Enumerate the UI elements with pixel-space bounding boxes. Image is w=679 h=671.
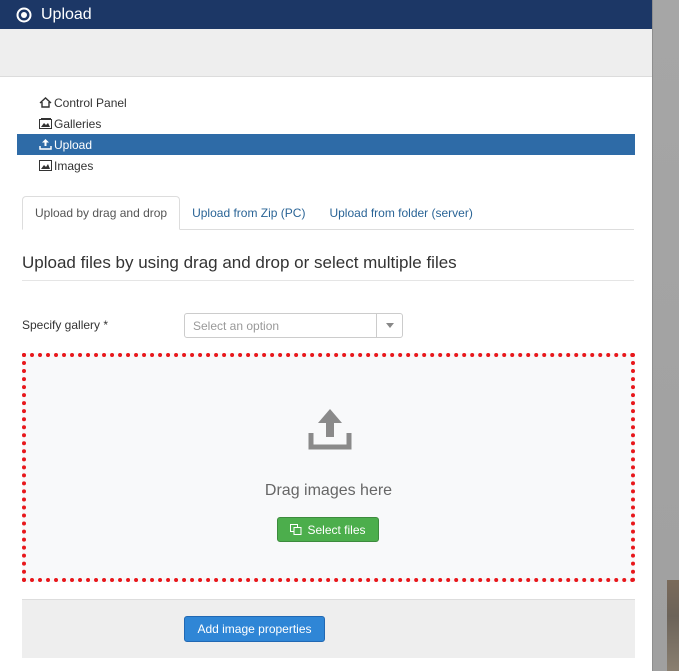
section-heading: Upload files by using drag and drop or s… <box>22 253 634 281</box>
joomla-target-icon <box>16 7 32 23</box>
upload-icon <box>307 407 353 451</box>
gallery-label: Specify gallery * <box>22 318 109 332</box>
copy-icon <box>290 524 302 535</box>
drag-images-text: Drag images here <box>264 482 393 499</box>
add-image-properties-button[interactable]: Add image properties <box>184 616 325 642</box>
upload-tabs: Upload by drag and drop Upload from Zip … <box>22 196 634 230</box>
sidebar-item-images[interactable]: Images <box>17 155 635 176</box>
images-icon <box>39 118 52 129</box>
sidebar-item-label: Control Panel <box>54 95 127 110</box>
select-files-label: Select files <box>307 522 366 537</box>
image-icon <box>39 160 52 171</box>
sidebar-item-label: Images <box>54 158 94 173</box>
sidebar-item-control-panel[interactable]: Control Panel <box>17 92 635 113</box>
scroll-thumb[interactable] <box>667 580 679 671</box>
dropzone[interactable]: Drag images here Select files <box>22 353 635 582</box>
sidebar-item-galleries[interactable]: Galleries <box>17 113 635 134</box>
header-bar: Upload <box>0 0 652 29</box>
gallery-select-placeholder: Select an option <box>193 318 280 333</box>
side-panel-edge <box>652 0 679 671</box>
submenu: Control Panel Galleries Upload Images <box>17 92 635 176</box>
sidebar-item-label: Upload <box>54 137 93 152</box>
home-icon <box>39 97 52 108</box>
tab-drag-and-drop[interactable]: Upload by drag and drop <box>22 196 181 230</box>
sidebar-item-label: Galleries <box>54 116 102 131</box>
page-title: Upload <box>41 5 92 23</box>
chevron-down-icon[interactable] <box>376 314 402 337</box>
tab-upload-folder[interactable]: Upload from folder (server) <box>317 196 484 229</box>
footer-bar: Add image properties <box>22 599 635 658</box>
upload-icon <box>39 139 52 150</box>
tab-upload-zip[interactable]: Upload from Zip (PC) <box>180 196 317 229</box>
select-files-button[interactable]: Select files <box>277 517 379 542</box>
sidebar-item-upload[interactable]: Upload <box>17 134 635 155</box>
toolbar <box>0 29 652 77</box>
gallery-select[interactable]: Select an option <box>184 313 403 338</box>
